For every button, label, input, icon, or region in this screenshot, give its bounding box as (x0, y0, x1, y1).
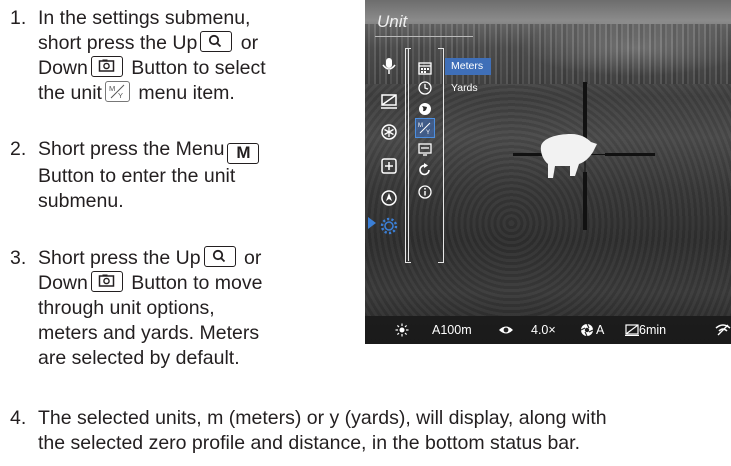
status-bar: A100m 4.0× A 6min (365, 316, 731, 344)
title-underline (375, 36, 473, 37)
step-line: In the settings submenu, (38, 7, 251, 29)
unit-icon[interactable]: MY (417, 120, 433, 136)
plus-square-icon[interactable] (379, 156, 399, 176)
step-line: submenu. (38, 190, 124, 212)
step-line: short press the Up or (38, 31, 259, 54)
device-screen: Unit MY Meters Yards A100m 4.0× A 6min (365, 0, 731, 344)
aperture-icon (580, 323, 594, 337)
globe-icon[interactable] (417, 101, 433, 117)
screen-title: Unit (377, 12, 408, 31)
microphone-icon[interactable] (379, 56, 399, 76)
camera-icon (90, 56, 123, 77)
step-line: Down Button to move (38, 271, 263, 294)
step-number: 1. (10, 7, 27, 29)
gear-icon[interactable] (379, 216, 399, 236)
step-line: are selected by default. (38, 347, 240, 369)
svg-text:Y: Y (118, 91, 123, 100)
zoom-readout: 4.0× (531, 323, 556, 337)
compass-icon[interactable] (379, 188, 399, 208)
eye-icon (499, 326, 513, 334)
screen-off-icon (625, 324, 639, 336)
step-number: 3. (10, 247, 27, 269)
step-line: through unit options, (38, 297, 215, 319)
step-line: Short press the Menu M (38, 137, 348, 164)
step-number: 2. (10, 138, 27, 160)
step-number: 4. (10, 407, 27, 429)
display-icon[interactable] (417, 141, 433, 157)
info-icon[interactable] (417, 184, 433, 200)
menu-key: M (227, 143, 260, 164)
step-line: Button to enter the unit (38, 165, 236, 187)
wifi-icon (715, 324, 731, 336)
svg-text:M: M (109, 84, 115, 93)
no-display-icon[interactable] (379, 90, 399, 110)
pointer-arrow-icon (368, 217, 376, 229)
svg-text:Y: Y (426, 130, 430, 136)
step-line: the unit M Y menu item. (38, 81, 235, 104)
calendar-icon[interactable] (417, 60, 433, 76)
option-meters[interactable]: Meters (451, 60, 483, 72)
clock-icon[interactable] (417, 80, 433, 96)
unit-icon: MY (104, 81, 130, 102)
magnifier-icon (203, 246, 236, 267)
zero-profile-readout: A100m (432, 323, 472, 337)
magnifier-icon (200, 31, 233, 52)
mode-readout: A (596, 323, 605, 337)
step-line: Down Button to select (38, 56, 266, 79)
brightness-icon[interactable] (379, 122, 399, 142)
step-line: Short press the Up or (38, 246, 262, 269)
reset-icon[interactable] (417, 162, 433, 178)
svg-text:M: M (418, 123, 423, 129)
step-line: the selected zero profile and distance, … (38, 432, 580, 454)
step-line: The selected units, m (meters) or y (yar… (38, 407, 607, 429)
sun-icon (395, 323, 409, 337)
option-yards[interactable]: Yards (451, 82, 478, 94)
right-bracket (438, 48, 444, 263)
divider (408, 48, 409, 261)
timer-readout: 6min (639, 323, 667, 337)
step-line: meters and yards. Meters (38, 322, 260, 344)
camera-icon (90, 271, 123, 292)
animal-thermal-silhouette (540, 134, 597, 178)
